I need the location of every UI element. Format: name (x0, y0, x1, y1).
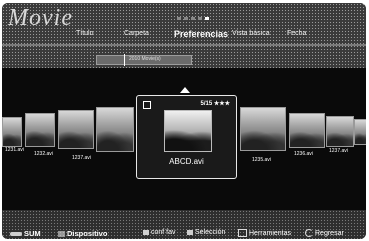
tab-preferencias[interactable]: Preferencias (174, 29, 228, 39)
thumbnail[interactable] (240, 107, 286, 151)
return-button[interactable]: Regresar (305, 229, 344, 237)
page-title: Movie (8, 5, 73, 31)
thumbnail[interactable] (2, 117, 22, 147)
select-icon (187, 230, 193, 235)
thumbnail-label: 1231.avi (5, 147, 24, 153)
movie-browser-screen: Movie Título Carpeta Preferencias Vista … (2, 3, 366, 239)
focused-filename: ABCD.avi (169, 157, 204, 166)
thumbnail[interactable] (58, 110, 94, 149)
return-label: Regresar (315, 229, 344, 237)
select-checkbox[interactable] (143, 101, 151, 109)
item-position-bar: 2010 Movie(s) (96, 54, 192, 66)
return-icon (305, 229, 313, 237)
thumbnail[interactable] (326, 116, 354, 147)
thumbnail-label: 1237.avi (72, 155, 91, 161)
header-divider (2, 44, 366, 46)
tab-carpeta[interactable]: Carpeta (124, 30, 149, 37)
sum-button[interactable]: SUM (10, 229, 41, 238)
fav-icon (143, 230, 149, 235)
tab-vista-basica[interactable]: Vista básica (232, 30, 270, 37)
thumbnail-label: 1232.avi (34, 151, 53, 157)
page-dot (191, 17, 195, 20)
thumbnail-label: 1235.avi (252, 157, 271, 163)
sort-tabs: Título Carpeta Preferencias Vista básica… (2, 29, 366, 44)
fav-label: conf fav (151, 229, 176, 236)
header-bar: Movie Título Carpeta Preferencias Vista … (2, 3, 366, 68)
thumbnail[interactable] (25, 113, 55, 147)
thumbnail[interactable] (354, 119, 366, 145)
thumbnail[interactable] (289, 113, 325, 148)
device-button[interactable]: Dispositivo (58, 229, 107, 238)
tab-fecha[interactable]: Fecha (287, 30, 306, 37)
footer-bar: SUM Dispositivo conf fav Selección Herra… (2, 210, 366, 239)
rating-stars: ★★★ (213, 101, 230, 107)
rating: 5/15 ★★★ (201, 100, 231, 107)
focused-item-card[interactable]: 5/15 ★★★ ABCD.avi (136, 95, 237, 179)
tools-icon (238, 229, 247, 237)
rating-count: 5/15 (200, 101, 213, 107)
device-label: Dispositivo (67, 229, 108, 238)
select-label: Selección (195, 229, 226, 236)
tools-button[interactable]: Herramientas (238, 229, 291, 237)
thumbnail-label: 1237.avi (329, 148, 348, 154)
page-dot-active (205, 17, 209, 20)
page-indicator (177, 17, 209, 20)
tools-label: Herramientas (249, 229, 292, 237)
select-button[interactable]: Selección (187, 229, 225, 236)
position-marker (124, 54, 125, 66)
tab-titulo[interactable]: Título (76, 30, 94, 37)
thumbnail-label: 1236.avi (294, 151, 313, 157)
sum-label: SUM (24, 229, 41, 238)
thumbnail[interactable] (96, 107, 134, 152)
device-icon (58, 230, 65, 237)
focused-thumbnail (164, 110, 212, 152)
page-dot (177, 17, 181, 20)
page-dot (198, 17, 202, 20)
fav-button[interactable]: conf fav (143, 229, 176, 236)
sum-icon (10, 231, 22, 236)
up-arrow-icon[interactable] (180, 87, 190, 93)
item-count-label: 2010 Movie(s) (129, 56, 161, 62)
page-dot (184, 17, 188, 20)
